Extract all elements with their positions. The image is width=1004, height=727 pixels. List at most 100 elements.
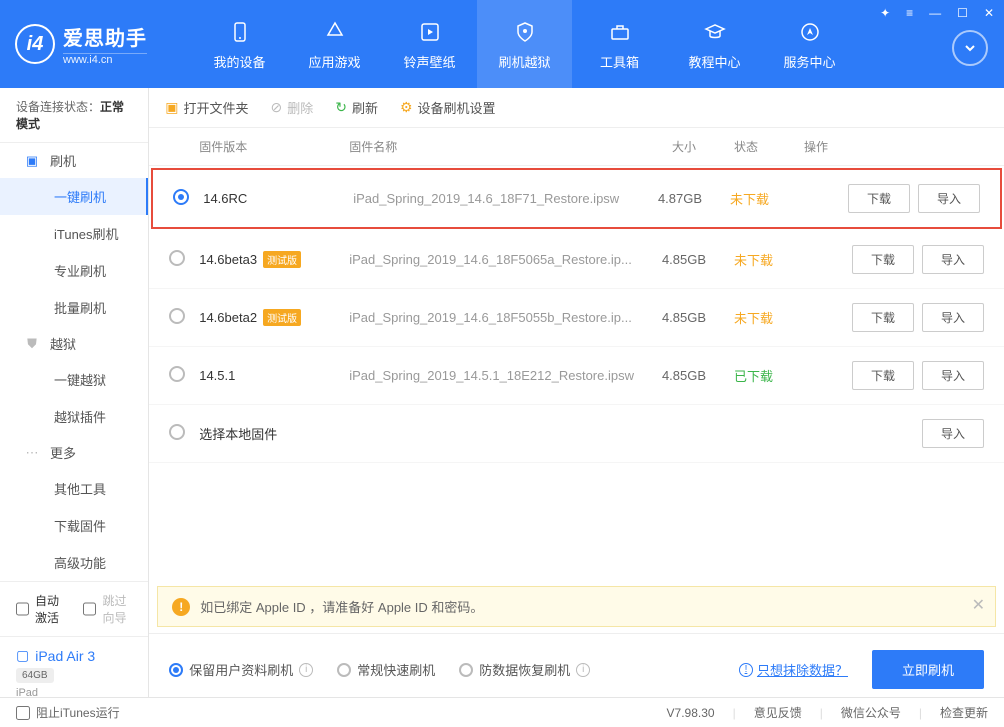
opt2-label: 常规快速刷机 [357,660,435,679]
flash-opt-normal[interactable]: 常规快速刷机 [337,660,435,679]
nav-apps[interactable]: 应用游戏 [287,0,382,88]
sidebar-item-批量刷机[interactable]: 批量刷机 [0,289,148,326]
minimize-icon[interactable]: — [925,4,945,22]
warning-text: 如已绑定 Apple ID ，请准备好 Apple ID 和密码。 [200,597,483,616]
toolbox-icon [609,18,631,46]
firmware-version: 14.6beta2测试版 [199,309,349,326]
download-button[interactable]: 下载 [852,361,914,390]
wechat-link[interactable]: 微信公众号 [841,704,901,721]
import-button[interactable]: 导入 [922,245,984,274]
block-itunes-input[interactable] [16,706,30,720]
flash-opt-keep-data[interactable]: 保留用户资料刷机 i [169,660,313,679]
sidebar-group-越狱[interactable]: ⛊越狱 [0,326,148,361]
jail-icon: ⛊ [24,336,40,352]
firmware-row[interactable]: 选择本地固件 导入 [149,405,1004,463]
firmware-filename: iPad_Spring_2019_14.6_18F5055b_Restore.i… [349,310,634,325]
firmware-row[interactable]: 14.6beta3测试版 iPad_Spring_2019_14.6_18F50… [149,231,1004,289]
skip-wizard-input[interactable] [83,602,96,616]
sidebar-item-越狱插件[interactable]: 越狱插件 [0,398,148,435]
gear-icon: ⚙ [400,99,413,116]
firmware-row[interactable]: 14.5.1 iPad_Spring_2019_14.5.1_18E212_Re… [149,347,1004,405]
nav-toolbox[interactable]: 工具箱 [572,0,667,88]
nav-grad[interactable]: 教程中心 [667,0,762,88]
open-folder-label: 打开文件夹 [183,98,248,117]
warning-icon: ! [172,598,190,616]
import-button[interactable]: 导入 [918,184,980,213]
auto-activate-input[interactable] [16,602,29,616]
firmware-radio[interactable] [169,424,199,443]
download-button[interactable]: 下载 [852,245,914,274]
flash-options: 保留用户资料刷机 i 常规快速刷机 防数据恢复刷机i !只想抹除数据？ 立即刷机 [149,633,1004,697]
erase-only-link[interactable]: !只想抹除数据？ [739,660,848,679]
footer: 阻止iTunes运行 V7.98.30 | 意见反馈 | 微信公众号 | 检查更… [0,697,1004,727]
firmware-row[interactable]: 14.6RC iPad_Spring_2019_14.6_18F71_Resto… [151,168,1002,229]
logo-block: i4 爱思助手 www.i4.cn [0,0,192,88]
sidebar-item-高级功能[interactable]: 高级功能 [0,544,148,581]
header-dropdown-icon[interactable] [952,30,988,66]
device-settings-label: 设备刷机设置 [418,98,496,117]
main-panel: ▣打开文件夹 ⊘删除 ↻刷新 ⚙设备刷机设置 固件版本 固件名称 大小 状态 操… [149,88,1004,697]
block-itunes-checkbox[interactable]: 阻止iTunes运行 [16,704,120,721]
firmware-radio[interactable] [173,189,203,208]
beta-badge: 测试版 [263,251,301,268]
settings-icon[interactable]: ✦ [876,4,894,22]
apps-icon [324,18,346,46]
nav-compass[interactable]: 服务中心 [762,0,857,88]
firmware-radio[interactable] [169,308,199,327]
firmware-row[interactable]: 14.6beta2测试版 iPad_Spring_2019_14.6_18F50… [149,289,1004,347]
sidebar-group-刷机[interactable]: ▣刷机 [0,143,148,178]
opt1-label: 保留用户资料刷机 [189,660,293,679]
folder-icon: ▣ [165,99,178,116]
info-icon[interactable]: i [576,663,590,677]
device-name: iPad Air 3 [35,648,95,664]
import-button[interactable]: 导入 [922,361,984,390]
close-icon[interactable]: ✕ [980,4,998,22]
sidebar-item-其他工具[interactable]: 其他工具 [0,470,148,507]
firmware-radio[interactable] [169,250,199,269]
open-folder-button[interactable]: ▣ 打开文件夹 [165,98,248,117]
delete-button[interactable]: ⊘删除 [270,98,313,117]
maximize-icon[interactable]: ☐ [953,4,972,22]
import-button[interactable]: 导入 [922,419,984,448]
sidebar-item-下载固件[interactable]: 下载固件 [0,507,148,544]
sidebar-group-更多[interactable]: ⋯更多 [0,435,148,470]
flash-opt-antirecovery[interactable]: 防数据恢复刷机i [459,660,590,679]
nav-music[interactable]: 铃声壁纸 [382,0,477,88]
version-label: V7.98.30 [667,706,715,720]
firmware-size: 4.87GB [630,191,730,206]
firmware-version: 14.6RC [203,191,353,206]
info-icon[interactable]: i [299,663,313,677]
download-button[interactable]: 下载 [848,184,910,213]
connection-status: 设备连接状态：正常模式 [0,88,148,143]
sidebar-item-一键刷机[interactable]: 一键刷机 [0,178,148,215]
col-size: 大小 [634,138,734,155]
refresh-button[interactable]: ↻刷新 [335,98,378,117]
firmware-status: 已下载 [734,366,804,385]
warning-close-icon[interactable]: ✕ [972,595,985,615]
sidebar-item-一键越狱[interactable]: 一键越狱 [0,361,148,398]
import-button[interactable]: 导入 [922,303,984,332]
download-button[interactable]: 下载 [852,303,914,332]
firmware-radio[interactable] [169,366,199,385]
firmware-status: 未下载 [734,308,804,327]
auto-activate-checkbox[interactable]: 自动激活 跳过向导 [16,592,132,626]
check-update-link[interactable]: 检查更新 [940,704,988,721]
device-info[interactable]: ▢iPad Air 3 64GB iPad [0,636,148,709]
block-itunes-label: 阻止iTunes运行 [36,704,120,721]
menu-icon[interactable]: ≡ [902,4,917,22]
sidebar-item-iTunes刷机[interactable]: iTunes刷机 [0,215,148,252]
more-icon: ⋯ [24,445,40,461]
flash-now-button[interactable]: 立即刷机 [872,650,984,689]
device-type: iPad [16,687,132,699]
flash-icon: ▣ [24,153,40,169]
device-settings-button[interactable]: ⚙ 设备刷机设置 [400,98,496,117]
firmware-filename: iPad_Spring_2019_14.6_18F71_Restore.ipsw [353,191,630,206]
nav-phone[interactable]: 我的设备 [192,0,287,88]
firmware-status: 未下载 [734,250,804,269]
feedback-link[interactable]: 意见反馈 [754,704,802,721]
skip-wizard-label: 跳过向导 [102,592,132,626]
nav-shield[interactable]: 刷机越狱 [477,0,572,88]
col-name: 固件名称 [349,138,634,155]
col-status: 状态 [734,138,804,155]
sidebar-item-专业刷机[interactable]: 专业刷机 [0,252,148,289]
